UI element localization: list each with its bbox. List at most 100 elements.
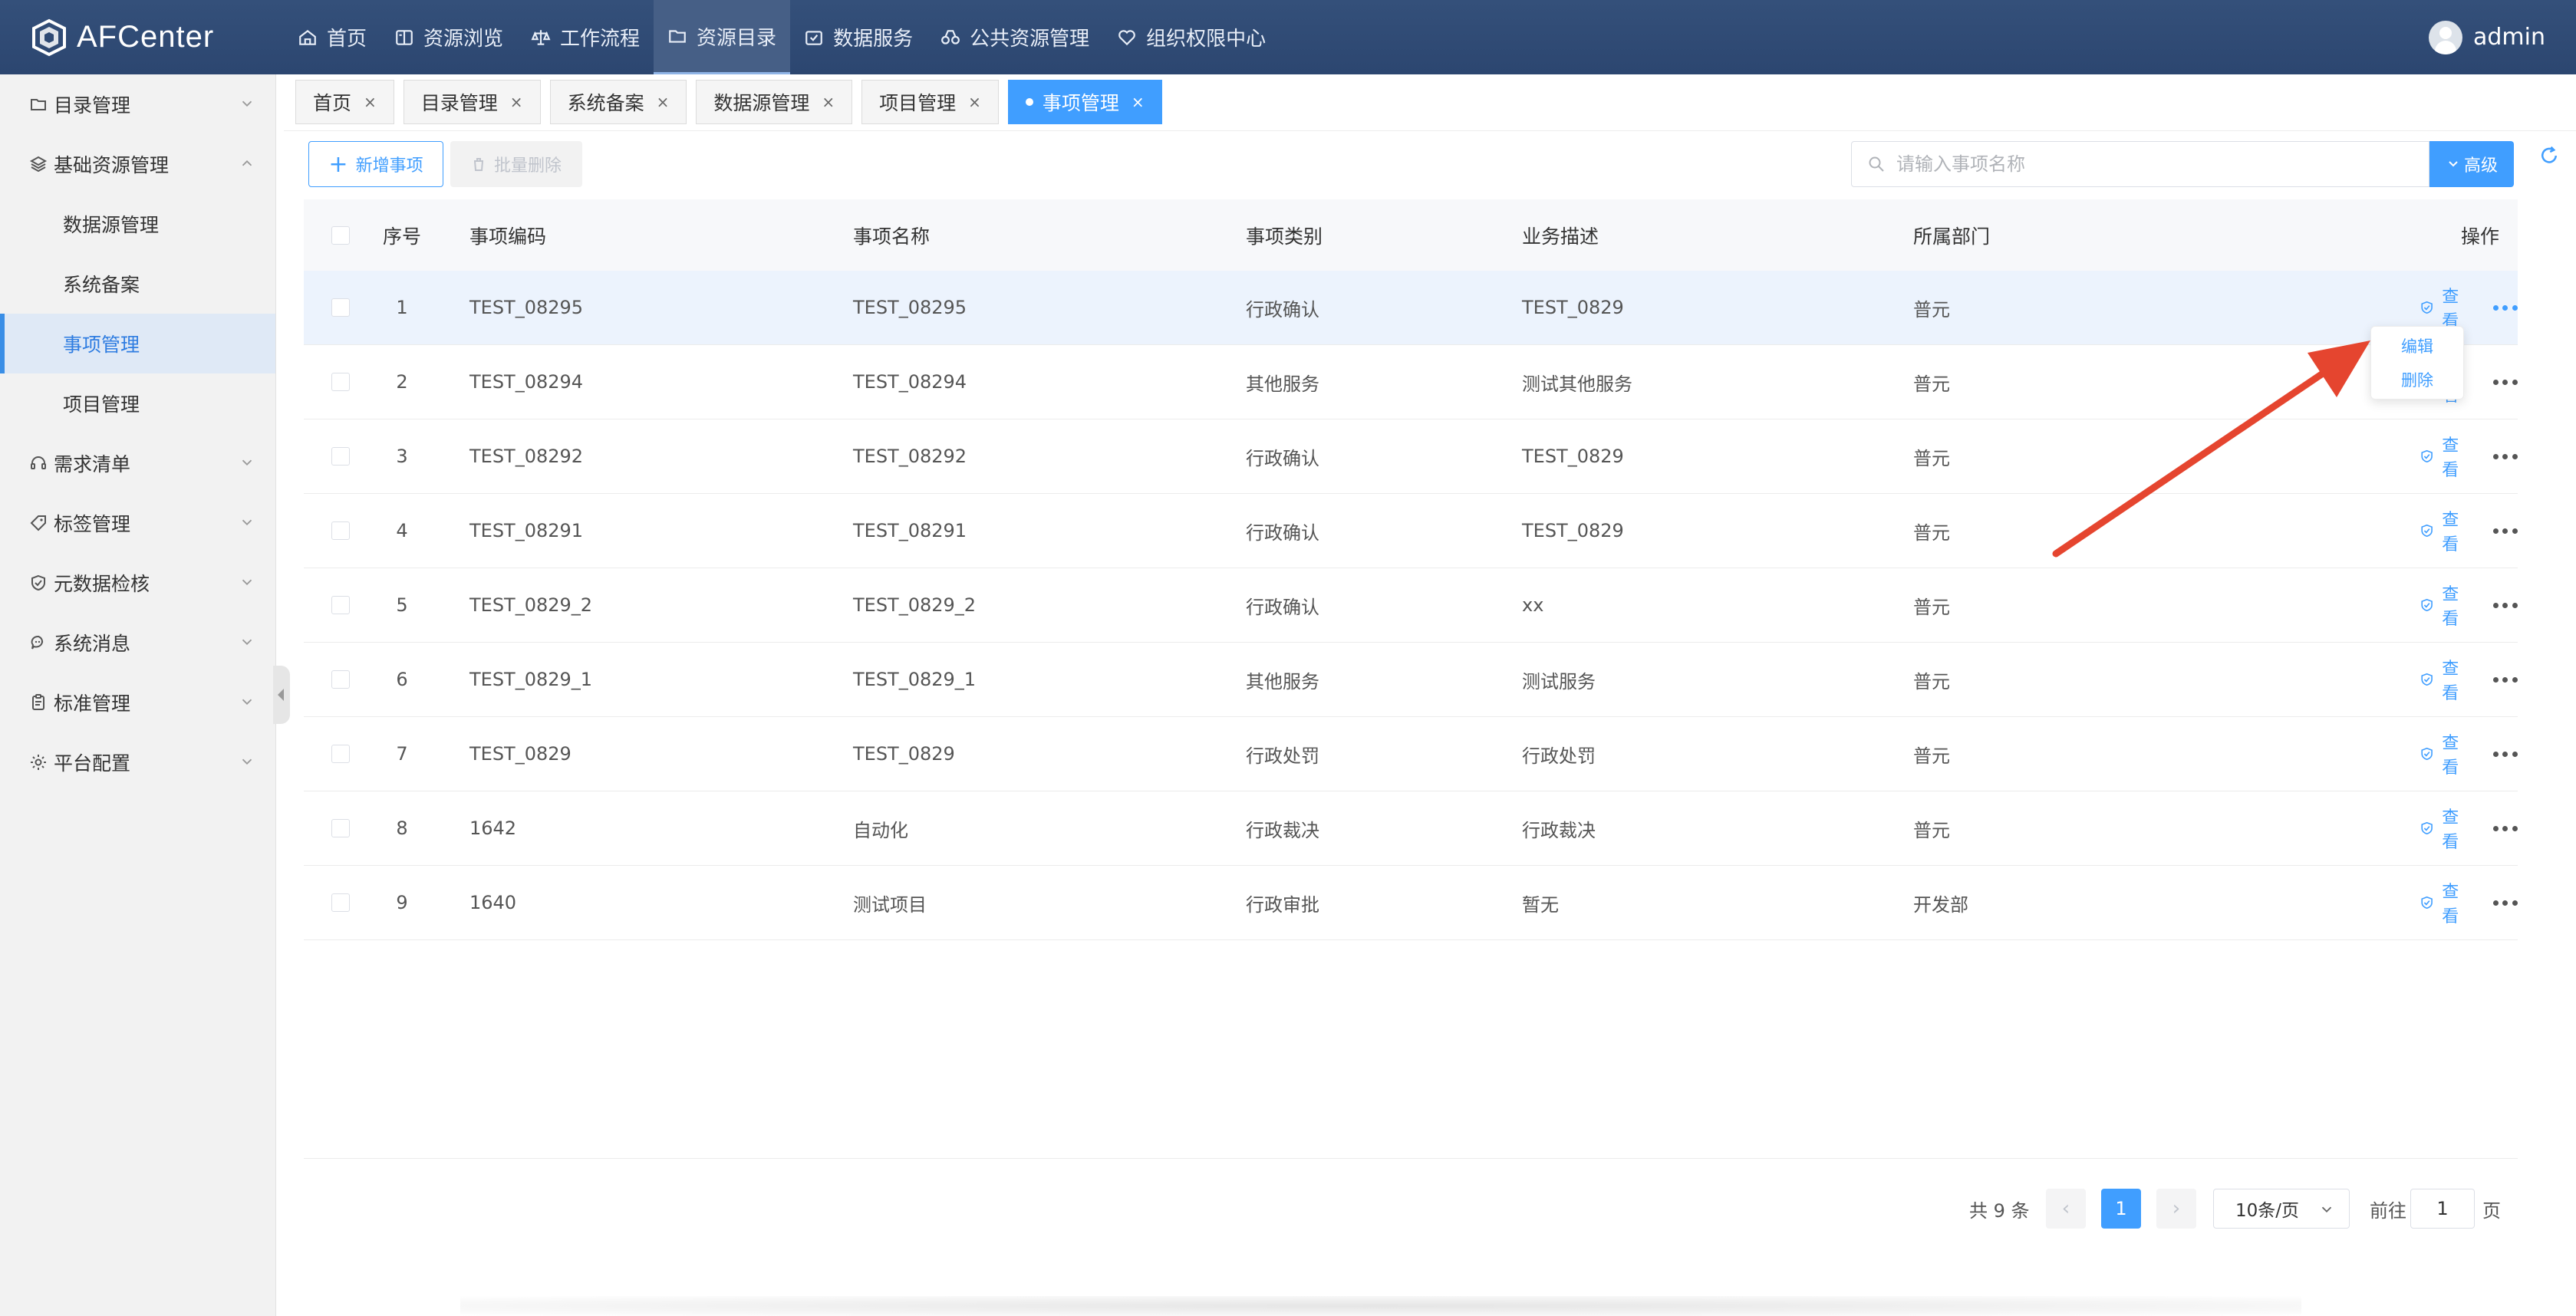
close-icon[interactable]: × bbox=[822, 93, 835, 111]
tab-datasource-management[interactable]: 数据源管理 × bbox=[696, 80, 853, 124]
heart-icon bbox=[1117, 28, 1137, 48]
next-page-button[interactable]: › bbox=[2156, 1189, 2196, 1229]
prev-page-button[interactable]: ‹ bbox=[2046, 1189, 2086, 1229]
sidebar-item-matter-management[interactable]: 事项管理 bbox=[0, 314, 275, 373]
view-link[interactable]: 查看 bbox=[2420, 581, 2472, 630]
topnav-workflow[interactable]: 工作流程 bbox=[517, 0, 654, 74]
topnav-label: 工作流程 bbox=[560, 28, 641, 51]
more-actions-icon[interactable] bbox=[2492, 750, 2518, 758]
tab-project-management[interactable]: 项目管理 × bbox=[861, 80, 999, 124]
view-link[interactable]: 查看 bbox=[2420, 506, 2472, 555]
sidebar-collapse-handle[interactable] bbox=[273, 666, 290, 724]
select-all-checkbox[interactable] bbox=[331, 225, 350, 245]
row-checkbox[interactable] bbox=[331, 745, 350, 763]
table-header: 序号 事项编码 事项名称 事项类别 业务描述 所属部门 操作 bbox=[304, 199, 2518, 271]
sidebar-group-catalog[interactable]: 目录管理 bbox=[0, 74, 275, 134]
more-actions-icon[interactable] bbox=[2492, 601, 2518, 609]
refresh-icon[interactable] bbox=[2538, 144, 2561, 167]
home-icon bbox=[298, 28, 318, 48]
topnav-data-service[interactable]: 数据服务 bbox=[790, 0, 927, 74]
search-input[interactable] bbox=[1896, 153, 2395, 175]
brand-name: AFCenter bbox=[77, 20, 215, 54]
row-checkbox[interactable] bbox=[331, 670, 350, 689]
brand[interactable]: AFCenter bbox=[0, 18, 284, 58]
sidebar-item-datasource[interactable]: 数据源管理 bbox=[0, 194, 275, 254]
sidebar-group-requirements[interactable]: 需求清单 bbox=[0, 433, 275, 493]
page-size-select[interactable]: 10条/页 bbox=[2213, 1189, 2350, 1229]
row-checkbox[interactable] bbox=[331, 298, 350, 317]
sidebar-group-standards[interactable]: 标准管理 bbox=[0, 673, 275, 732]
sidebar-item-system-filing[interactable]: 系统备案 bbox=[0, 254, 275, 314]
view-link[interactable]: 查看 bbox=[2420, 804, 2472, 853]
shield-check-icon bbox=[2421, 896, 2433, 910]
tab-catalog-management[interactable]: 目录管理 × bbox=[403, 80, 541, 124]
current-page-button[interactable]: 1 bbox=[2101, 1189, 2141, 1229]
table-row[interactable]: 5 TEST_0829_2 TEST_0829_2 行政确认 xx 普元 查看 bbox=[304, 568, 2518, 643]
close-icon[interactable]: × bbox=[657, 93, 670, 111]
topnav-home[interactable]: 首页 bbox=[284, 0, 380, 74]
close-icon[interactable]: × bbox=[364, 93, 377, 111]
cell-name: TEST_0829_1 bbox=[853, 669, 977, 690]
shield-check-icon bbox=[29, 574, 48, 592]
table-row[interactable]: 7 TEST_0829 TEST_0829 行政处罚 行政处罚 普元 查看 bbox=[304, 717, 2518, 791]
tabs-divider bbox=[284, 130, 2576, 131]
view-link[interactable]: 查看 bbox=[2420, 432, 2472, 481]
view-link[interactable]: 查看 bbox=[2420, 283, 2472, 332]
close-icon[interactable]: × bbox=[1132, 93, 1145, 111]
topnav-resource-browse[interactable]: 资源浏览 bbox=[380, 0, 517, 74]
topnav-org-permission[interactable]: 组织权限中心 bbox=[1103, 0, 1280, 74]
cell-dept: 普元 bbox=[1913, 745, 1950, 767]
view-link[interactable]: 查看 bbox=[2420, 729, 2472, 778]
avatar bbox=[2429, 20, 2462, 54]
row-checkbox[interactable] bbox=[331, 893, 350, 912]
row-checkbox[interactable] bbox=[331, 447, 350, 466]
table-row[interactable]: 8 1642 自动化 行政裁决 行政裁决 普元 查看 bbox=[304, 791, 2518, 866]
tab-system-filing[interactable]: 系统备案 × bbox=[549, 80, 687, 124]
more-actions-icon[interactable] bbox=[2492, 378, 2518, 386]
close-icon[interactable]: × bbox=[968, 93, 981, 111]
tab-home[interactable]: 首页 × bbox=[295, 80, 394, 124]
more-actions-icon[interactable] bbox=[2492, 527, 2518, 535]
cell-type: 行政裁决 bbox=[1246, 819, 1319, 841]
batch-delete-button[interactable]: 批量删除 bbox=[450, 141, 582, 187]
binoculars-icon bbox=[940, 28, 960, 48]
sidebar-group-system-message[interactable]: 系统消息 bbox=[0, 613, 275, 673]
more-actions-icon[interactable] bbox=[2492, 824, 2518, 832]
more-actions-icon[interactable] bbox=[2492, 304, 2518, 311]
view-link[interactable]: 查看 bbox=[2420, 878, 2472, 927]
advanced-search-button[interactable]: 高级 bbox=[2429, 141, 2514, 187]
sidebar-group-tags[interactable]: 标签管理 bbox=[0, 493, 275, 553]
topnav-resource-catalog[interactable]: 资源目录 bbox=[654, 0, 791, 74]
table-row[interactable]: 9 1640 测试项目 行政审批 暂无 开发部 查看 bbox=[304, 866, 2518, 940]
row-checkbox[interactable] bbox=[331, 819, 350, 837]
view-label: 查看 bbox=[2442, 883, 2459, 926]
header-op-label: 操作 bbox=[2460, 225, 2499, 248]
row-checkbox[interactable] bbox=[331, 521, 350, 540]
scale-icon bbox=[531, 28, 551, 48]
tab-matter-management[interactable]: 事项管理 × bbox=[1007, 80, 1162, 124]
more-actions-icon[interactable] bbox=[2492, 452, 2518, 460]
cell-code: TEST_08294 bbox=[469, 371, 584, 393]
headset-icon bbox=[29, 454, 48, 472]
shield-check-icon bbox=[2421, 449, 2433, 463]
edit-menu-item[interactable]: 编辑 bbox=[2401, 334, 2433, 357]
sidebar-item-project-management[interactable]: 项目管理 bbox=[0, 373, 275, 433]
view-link[interactable]: 查看 bbox=[2420, 655, 2472, 704]
add-matter-button[interactable]: + 新增事项 bbox=[308, 141, 443, 187]
goto-page-input[interactable]: 1 bbox=[2410, 1189, 2475, 1229]
topnav-public-resource[interactable]: 公共资源管理 bbox=[927, 0, 1103, 74]
sidebar-group-platform-config[interactable]: 平台配置 bbox=[0, 732, 275, 792]
row-checkbox[interactable] bbox=[331, 373, 350, 391]
clipboard-icon bbox=[29, 693, 48, 712]
delete-menu-item[interactable]: 删除 bbox=[2401, 368, 2433, 391]
more-actions-icon[interactable] bbox=[2492, 676, 2518, 683]
tab-label: 项目管理 bbox=[879, 92, 957, 114]
sidebar-group-basic-resource[interactable]: 基础资源管理 bbox=[0, 134, 275, 194]
table-row[interactable]: 6 TEST_0829_1 TEST_0829_1 其他服务 测试服务 普元 查看 bbox=[304, 643, 2518, 717]
more-actions-icon[interactable] bbox=[2492, 899, 2518, 906]
tab-label: 数据源管理 bbox=[713, 92, 810, 114]
user-menu[interactable]: admin bbox=[2429, 0, 2545, 74]
close-icon[interactable]: × bbox=[510, 93, 523, 111]
row-checkbox[interactable] bbox=[331, 596, 350, 614]
sidebar-group-metadata-check[interactable]: 元数据检核 bbox=[0, 553, 275, 613]
